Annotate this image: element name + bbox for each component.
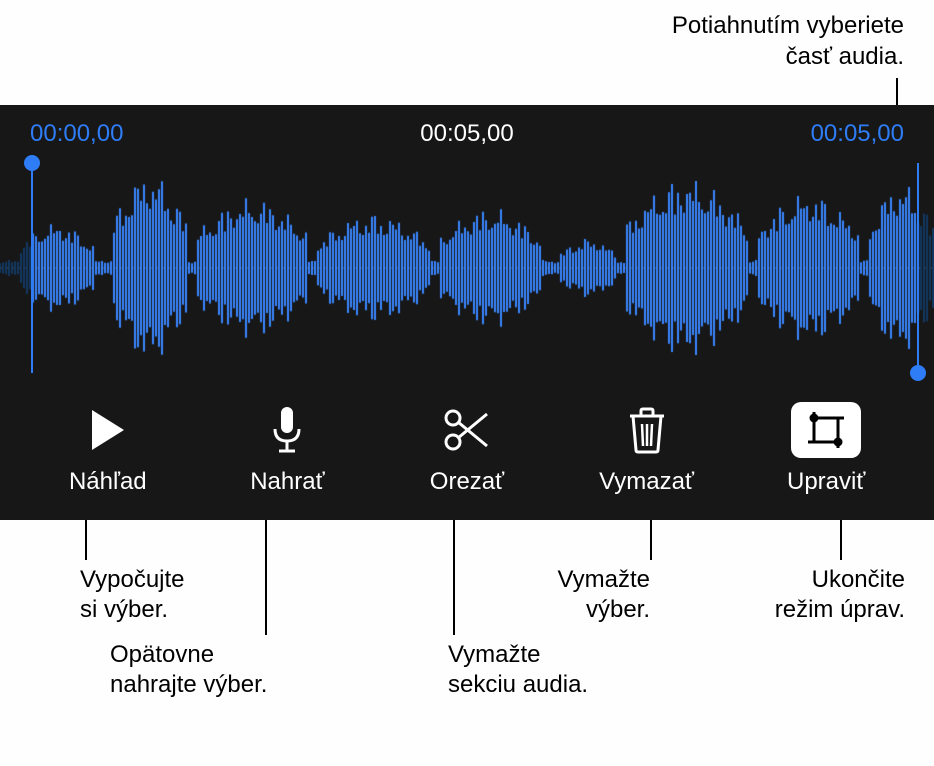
editor-toolbar: Náhľad Nahrať Or — [0, 384, 934, 514]
callout-trim: Vymažte sekciu audia. — [448, 640, 588, 700]
timecode-end: 00:05,00 — [811, 120, 904, 148]
edit-label: Upraviť — [787, 468, 865, 496]
waveform-area[interactable] — [0, 163, 934, 373]
selection-start-line[interactable] — [31, 163, 33, 373]
callout-drag-select: Potiahnutím vyberiete časť audia. — [672, 10, 904, 72]
scissors-icon — [432, 402, 502, 458]
record-label: Nahrať — [250, 468, 324, 496]
callout-line: časť audia. — [786, 43, 904, 70]
leader-line — [265, 520, 267, 635]
record-button[interactable]: Nahrať — [212, 402, 362, 496]
leader-line — [650, 520, 652, 560]
delete-button[interactable]: Vymazať — [572, 402, 722, 496]
timecode-bar: 00:00,00 00:05,00 00:05,00 — [0, 105, 934, 155]
leader-line — [453, 520, 455, 635]
audio-editor-panel: 00:00,00 00:05,00 00:05,00 Náhľad — [0, 105, 934, 520]
trim-button[interactable]: Orezať — [392, 402, 542, 496]
leader-line — [840, 520, 842, 560]
callout-delete: Vymažte výber. — [500, 565, 650, 625]
bottom-callouts-area: Vypočujte si výber. Opätovne nahrajte vý… — [0, 520, 934, 766]
waveform-canvas[interactable] — [0, 163, 934, 373]
trash-icon — [612, 402, 682, 458]
leader-line — [85, 520, 87, 560]
preview-label: Náhľad — [69, 468, 147, 496]
edit-button[interactable]: Upraviť — [751, 402, 901, 496]
microphone-icon — [252, 402, 322, 458]
delete-label: Vymazať — [599, 468, 694, 496]
play-icon — [73, 402, 143, 458]
callout-preview: Vypočujte si výber. — [80, 565, 185, 625]
crop-icon — [791, 402, 861, 458]
timecode-start: 00:00,00 — [30, 120, 123, 148]
timecode-playhead: 00:05,00 — [420, 120, 513, 148]
selection-start-handle[interactable] — [24, 155, 40, 171]
selection-end-handle[interactable] — [910, 365, 926, 381]
callout-record: Opätovne nahrajte výber. — [110, 640, 267, 700]
trim-label: Orezať — [430, 468, 504, 496]
callout-edit: Ukončite režim úprav. — [685, 565, 905, 625]
callout-line: Potiahnutím vyberiete — [672, 12, 904, 39]
selection-end-line[interactable] — [917, 163, 919, 373]
preview-button[interactable]: Náhľad — [33, 402, 183, 496]
